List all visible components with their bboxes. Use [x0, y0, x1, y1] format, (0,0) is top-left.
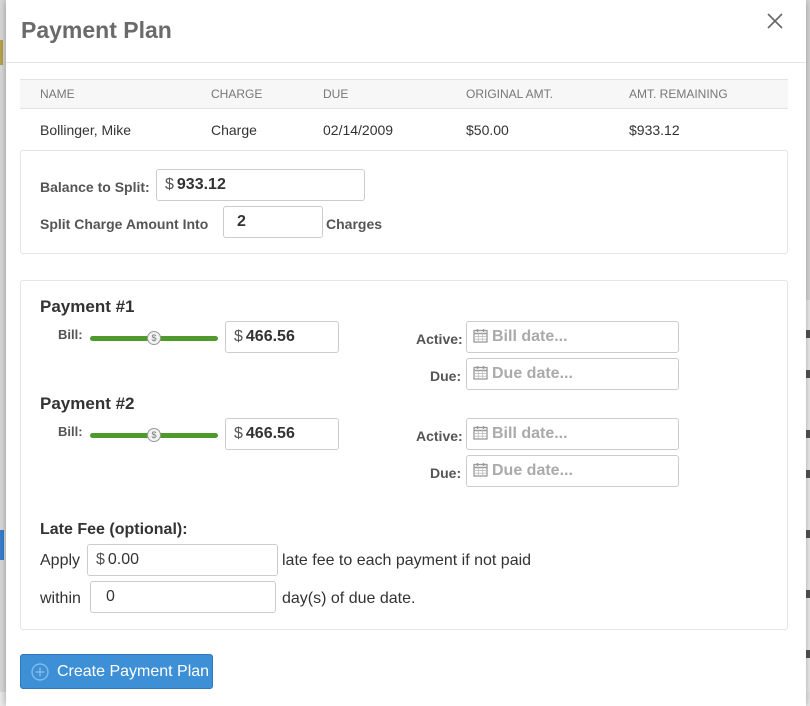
payment-2-due-label: Due:	[430, 465, 462, 481]
payment-2-bill-date-input[interactable]: Bill date...	[466, 418, 679, 450]
payment-2-due-date-placeholder: Due date...	[492, 462, 573, 479]
split-panel: Balance to Split: $933.12 Split Charge A…	[20, 150, 788, 254]
late-fee-title: Late Fee (optional):	[40, 521, 188, 538]
slider-handle[interactable]: $	[147, 331, 161, 345]
charges-label: Charges	[326, 216, 383, 232]
calendar-icon	[473, 329, 488, 343]
calendar-icon	[473, 426, 488, 440]
payment-2-slider[interactable]: $	[90, 427, 218, 445]
payment-2-amount: 466.56	[245, 425, 295, 442]
payments-panel: Payment #1 Bill: $ $466.56 Active: Bill …	[20, 280, 788, 630]
payment-1-bill-date-placeholder: Bill date...	[492, 328, 568, 345]
balance-value: 933.12	[176, 176, 226, 193]
column-header-remaining: AMT. REMAINING	[609, 79, 788, 109]
payment-1-bill-label: Bill:	[58, 327, 83, 342]
within-label: within	[40, 590, 81, 607]
payment-1-slider[interactable]: $	[90, 330, 218, 348]
currency-symbol: $	[234, 425, 243, 442]
column-header-due: DUE	[303, 79, 446, 109]
cell-name: Bollinger, Mike	[40, 122, 132, 138]
apply-label: Apply	[40, 552, 81, 569]
column-header-original: ORIGINAL AMT.	[446, 79, 609, 109]
table-row: Bollinger, Mike Charge 02/14/2009 $50.00…	[20, 109, 788, 152]
currency-symbol: $	[96, 551, 105, 568]
currency-symbol: $	[165, 176, 174, 193]
slider-handle[interactable]: $	[147, 428, 161, 442]
payment-2-active-label: Active:	[416, 428, 463, 444]
column-header-charge: CHARGE	[191, 79, 303, 109]
background-accent	[0, 530, 4, 560]
payment-2-title: Payment #2	[40, 394, 135, 413]
plus-circle-icon	[31, 663, 49, 681]
payment-1-amount: 466.56	[245, 328, 295, 345]
cell-remaining: $933.12	[629, 122, 680, 138]
charge-table: NAME CHARGE DUE ORIGINAL AMT. AMT. REMAI…	[20, 79, 788, 151]
payment-1-title: Payment #1	[40, 297, 135, 316]
payment-2-amount-input[interactable]: $466.56	[225, 418, 339, 450]
calendar-icon	[473, 366, 488, 380]
column-header-name: NAME	[20, 79, 191, 109]
cell-original: $50.00	[466, 122, 509, 138]
split-count-input[interactable]: 2	[223, 206, 323, 238]
payment-2-bill-label: Bill:	[58, 424, 83, 439]
close-icon	[767, 13, 783, 29]
split-label: Split Charge Amount Into	[40, 216, 209, 232]
payment-2-bill-date-placeholder: Bill date...	[492, 425, 568, 442]
days-suffix: day(s) of due date.	[282, 590, 416, 607]
table-header-row: NAME CHARGE DUE ORIGINAL AMT. AMT. REMAI…	[20, 79, 788, 109]
background-accent	[0, 40, 3, 65]
late-fee-suffix: late fee to each payment if not paid	[282, 552, 532, 569]
payment-1-due-label: Due:	[430, 368, 462, 384]
balance-label: Balance to Split:	[40, 179, 150, 195]
modal-title: Payment Plan	[21, 17, 172, 43]
payment-1-due-date-placeholder: Due date...	[492, 365, 573, 382]
create-button-label: Create Payment Plan	[57, 663, 210, 680]
payment-plan-modal: Payment Plan NAME CHARGE DUE ORIGINAL AM…	[6, 0, 806, 706]
calendar-icon	[473, 463, 488, 477]
currency-symbol: $	[234, 328, 243, 345]
cell-due: 02/14/2009	[323, 122, 394, 138]
modal-header: Payment Plan	[6, 0, 806, 63]
payment-1-due-date-input[interactable]: Due date...	[466, 358, 679, 390]
cell-charge: Charge	[211, 122, 257, 138]
payment-1-bill-date-input[interactable]: Bill date...	[466, 321, 679, 353]
create-payment-plan-button[interactable]: Create Payment Plan	[20, 654, 213, 689]
payment-1-active-label: Active:	[416, 331, 463, 347]
payment-2-due-date-input[interactable]: Due date...	[466, 455, 679, 487]
balance-input[interactable]: $933.12	[156, 169, 365, 201]
late-fee-input[interactable]: $0.00	[87, 544, 278, 576]
close-button[interactable]	[764, 10, 786, 32]
days-input[interactable]: 0	[90, 581, 276, 613]
late-fee-value: 0.00	[107, 551, 140, 568]
payment-1-amount-input[interactable]: $466.56	[225, 321, 339, 353]
